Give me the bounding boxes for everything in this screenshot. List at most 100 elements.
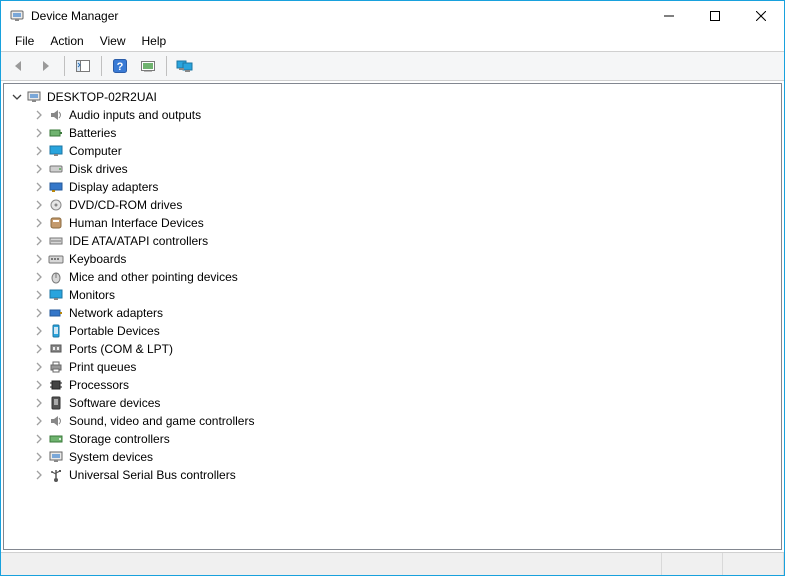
tree-category-node[interactable]: Processors: [8, 376, 781, 394]
status-bar: [1, 552, 784, 575]
chevron-right-icon[interactable]: [32, 360, 46, 374]
toolbar-monitors-button[interactable]: [172, 54, 198, 78]
keyboard-icon: [48, 251, 64, 267]
chevron-right-icon[interactable]: [32, 468, 46, 482]
processor-icon: [48, 377, 64, 393]
menu-bar: File Action View Help: [1, 31, 784, 51]
tree-category-node[interactable]: Mice and other pointing devices: [8, 268, 781, 286]
menu-view[interactable]: View: [92, 33, 134, 49]
chevron-right-icon[interactable]: [32, 450, 46, 464]
chevron-right-icon[interactable]: [32, 378, 46, 392]
help-icon: ?: [112, 58, 128, 74]
chevron-right-icon[interactable]: [32, 144, 46, 158]
tree-category-node[interactable]: System devices: [8, 448, 781, 466]
chevron-down-icon[interactable]: [10, 90, 24, 104]
app-icon: [9, 8, 25, 24]
menu-file[interactable]: File: [7, 33, 42, 49]
tree-category-label: Storage controllers: [68, 432, 171, 446]
chevron-right-icon[interactable]: [32, 162, 46, 176]
tree-category-node[interactable]: Monitors: [8, 286, 781, 304]
chevron-right-icon[interactable]: [32, 198, 46, 212]
chevron-right-icon[interactable]: [32, 270, 46, 284]
toolbar-separator: [166, 56, 167, 76]
toolbar-separator: [101, 56, 102, 76]
tree-category-label: Disk drives: [68, 162, 129, 176]
tree-categories: Audio inputs and outputs Batteries Compute…: [8, 106, 781, 484]
tree-category-node[interactable]: Keyboards: [8, 250, 781, 268]
system-device-icon: [48, 449, 64, 465]
tree-category-label: DVD/CD-ROM drives: [68, 198, 183, 212]
computer-monitor-icon: [48, 143, 64, 159]
chevron-right-icon[interactable]: [32, 288, 46, 302]
chevron-right-icon[interactable]: [32, 342, 46, 356]
maximize-button[interactable]: [692, 1, 738, 31]
chevron-right-icon[interactable]: [32, 180, 46, 194]
tree-category-label: Human Interface Devices: [68, 216, 205, 230]
tree-category-label: Audio inputs and outputs: [68, 108, 202, 122]
tree-category-node[interactable]: Sound, video and game controllers: [8, 412, 781, 430]
chevron-right-icon[interactable]: [32, 126, 46, 140]
disk-drive-icon: [48, 161, 64, 177]
tree-category-node[interactable]: Batteries: [8, 124, 781, 142]
toolbar-back-button[interactable]: [5, 54, 31, 78]
tree-category-node[interactable]: Ports (COM & LPT): [8, 340, 781, 358]
status-cell: [662, 553, 723, 575]
tree-category-node[interactable]: Audio inputs and outputs: [8, 106, 781, 124]
close-button[interactable]: [738, 1, 784, 31]
toolbar-show-hide-tree-button[interactable]: [70, 54, 96, 78]
menu-action[interactable]: Action: [42, 33, 91, 49]
scan-hardware-icon: [140, 58, 156, 74]
tree-category-label: Network adapters: [68, 306, 164, 320]
chevron-right-icon[interactable]: [32, 234, 46, 248]
chevron-right-icon[interactable]: [32, 306, 46, 320]
chevron-right-icon[interactable]: [32, 432, 46, 446]
tree-category-node[interactable]: Storage controllers: [8, 430, 781, 448]
network-adapter-icon: [48, 305, 64, 321]
chevron-right-icon[interactable]: [32, 216, 46, 230]
tree-category-label: Batteries: [68, 126, 117, 140]
chevron-right-icon[interactable]: [32, 252, 46, 266]
battery-icon: [48, 125, 64, 141]
hid-icon: [48, 215, 64, 231]
tree-category-label: Mice and other pointing devices: [68, 270, 239, 284]
toolbar: ?: [1, 51, 784, 81]
tree-category-label: Sound, video and game controllers: [68, 414, 255, 428]
storage-controller-icon: [48, 431, 64, 447]
tree-category-label: Print queues: [68, 360, 137, 374]
tree-category-label: Computer: [68, 144, 123, 158]
show-hide-tree-icon: [75, 58, 91, 74]
window-controls: [646, 1, 784, 31]
chevron-right-icon[interactable]: [32, 414, 46, 428]
audio-icon: [48, 107, 64, 123]
menu-help[interactable]: Help: [134, 33, 175, 49]
sound-controller-icon: [48, 413, 64, 429]
toolbar-forward-button[interactable]: [33, 54, 59, 78]
status-cell: [1, 553, 662, 575]
tree-category-node[interactable]: Portable Devices: [8, 322, 781, 340]
tree-category-node[interactable]: Computer: [8, 142, 781, 160]
toolbar-help-button[interactable]: ?: [107, 54, 133, 78]
toolbar-scan-hardware-button[interactable]: [135, 54, 161, 78]
tree-category-node[interactable]: Network adapters: [8, 304, 781, 322]
usb-controller-icon: [48, 467, 64, 483]
tree-category-node[interactable]: IDE ATA/ATAPI controllers: [8, 232, 781, 250]
display-adapter-icon: [48, 179, 64, 195]
tree-category-node[interactable]: Human Interface Devices: [8, 214, 781, 232]
tree-root-node[interactable]: DESKTOP-02R2UAI: [8, 88, 781, 106]
tree-category-node[interactable]: Disk drives: [8, 160, 781, 178]
tree-category-label: Portable Devices: [68, 324, 161, 338]
minimize-button[interactable]: [646, 1, 692, 31]
optical-drive-icon: [48, 197, 64, 213]
chevron-right-icon[interactable]: [32, 108, 46, 122]
tree-category-node[interactable]: Universal Serial Bus controllers: [8, 466, 781, 484]
chevron-right-icon[interactable]: [32, 324, 46, 338]
tree-category-node[interactable]: DVD/CD-ROM drives: [8, 196, 781, 214]
tree-category-node[interactable]: Print queues: [8, 358, 781, 376]
tree-category-label: IDE ATA/ATAPI controllers: [68, 234, 209, 248]
device-tree[interactable]: DESKTOP-02R2UAI Audio inputs and outputs…: [3, 83, 782, 550]
toolbar-separator: [64, 56, 65, 76]
monitors-icon: [176, 58, 194, 74]
tree-category-node[interactable]: Software devices: [8, 394, 781, 412]
chevron-right-icon[interactable]: [32, 396, 46, 410]
tree-category-node[interactable]: Display adapters: [8, 178, 781, 196]
